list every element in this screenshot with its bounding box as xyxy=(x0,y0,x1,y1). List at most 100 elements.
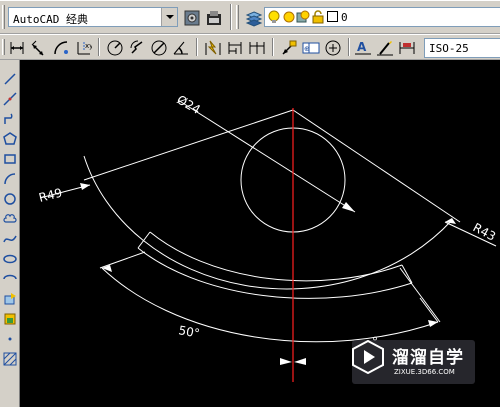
arc-icon xyxy=(3,172,15,184)
inner-arc-upper xyxy=(149,231,403,282)
save-workspace-button[interactable] xyxy=(203,7,225,29)
quick-dimension-button[interactable] xyxy=(202,37,224,59)
tolerance-icon: ⊕ xyxy=(302,42,320,54)
toolbar-separator xyxy=(196,38,198,56)
aligned-dimension-button[interactable] xyxy=(28,37,50,59)
outer-arc xyxy=(83,155,453,290)
line-icon xyxy=(3,72,16,85)
polygon-button[interactable] xyxy=(1,130,18,147)
angle-label: 50° xyxy=(177,323,200,340)
color-swatch-icon xyxy=(327,11,338,22)
radius-dimension-button[interactable] xyxy=(104,37,126,59)
toolbar-separator xyxy=(230,4,232,30)
dimension-update-icon xyxy=(399,42,415,54)
workspace-select-value: AutoCAD 经典 xyxy=(13,13,88,26)
radius-icon xyxy=(107,40,123,56)
hatch-icon xyxy=(3,352,16,365)
ellipse-arc-button[interactable] xyxy=(1,270,18,287)
line-button[interactable] xyxy=(1,70,18,87)
play-logo-icon xyxy=(352,340,384,374)
diameter-leader xyxy=(177,99,356,213)
tolerance-button[interactable]: ⊕ xyxy=(300,37,322,59)
ellipse-arc-icon xyxy=(2,274,17,279)
linear-dimension-button[interactable] xyxy=(6,37,28,59)
polyline-icon xyxy=(3,113,13,124)
revision-cloud-icon xyxy=(2,213,17,223)
angle-ext-right-2 xyxy=(399,267,441,323)
toolbar-grip[interactable] xyxy=(236,5,239,29)
diameter-dimension-button[interactable] xyxy=(148,37,170,59)
workspace-settings-button[interactable] xyxy=(181,7,203,29)
watermark-title: 溜溜自学 xyxy=(392,348,464,368)
polygon-icon xyxy=(2,131,17,145)
continue-icon xyxy=(249,42,265,54)
leader-icon xyxy=(282,40,297,55)
layer-manager-button[interactable] xyxy=(243,7,265,29)
angle-ext-left xyxy=(99,251,146,269)
inner-arc-lower xyxy=(137,247,413,299)
viewport-freeze-icon xyxy=(296,10,310,23)
dimension-text-edit-button[interactable] xyxy=(374,37,396,59)
dimension-update-button[interactable] xyxy=(396,37,418,59)
construction-line-button[interactable] xyxy=(1,90,18,107)
quick-dimension-icon xyxy=(205,40,221,55)
ordinate-dimension-button[interactable]: xy xyxy=(72,37,94,59)
spline-icon xyxy=(2,235,17,242)
baseline-dimension-button[interactable] xyxy=(224,37,246,59)
make-block-icon xyxy=(4,313,15,324)
spline-button[interactable] xyxy=(1,230,18,247)
toolbar-grip[interactable] xyxy=(2,5,5,29)
svg-text:⊕: ⊕ xyxy=(304,45,310,53)
arrowhead xyxy=(280,358,292,365)
ordinate-icon: xy xyxy=(77,42,92,55)
toolbar-separator xyxy=(272,38,274,56)
revision-cloud-button[interactable] xyxy=(1,210,18,227)
slot-end-left xyxy=(137,231,151,249)
sun-freeze-icon xyxy=(283,11,295,23)
quick-leader-button[interactable] xyxy=(278,37,300,59)
diameter-icon xyxy=(151,40,167,56)
continue-dimension-button[interactable] xyxy=(246,37,268,59)
arc-button[interactable] xyxy=(1,170,18,187)
arc-length-button[interactable] xyxy=(50,37,72,59)
bulb-on-icon xyxy=(268,10,280,23)
circle-button[interactable] xyxy=(1,190,18,207)
layer-select[interactable]: 0 xyxy=(264,7,500,27)
insert-block-icon xyxy=(4,292,16,304)
point-button[interactable] xyxy=(1,330,18,347)
toolbar-separator xyxy=(98,38,100,56)
chevron-down-icon[interactable] xyxy=(161,8,177,26)
center-mark-icon xyxy=(325,40,341,56)
watermark: 溜溜自学 ZIXUE.3D66.COM xyxy=(352,340,475,384)
angular-dimension-button[interactable] xyxy=(170,37,192,59)
hatch-button[interactable] xyxy=(1,350,18,367)
workspace-toolbar: AutoCAD 经典 0 xyxy=(0,0,500,34)
svg-text:A: A xyxy=(357,40,367,54)
dimension-toolbar: xy ⊕ A ISO-25 xyxy=(0,34,500,60)
baseline-icon xyxy=(228,42,242,54)
layer-select-value: 0 xyxy=(341,11,348,24)
radius-left-label: R49 xyxy=(37,186,63,205)
arrowhead xyxy=(428,320,438,327)
linear-dimension-icon xyxy=(10,42,24,54)
lock-icon xyxy=(312,10,324,24)
insert-block-button[interactable] xyxy=(1,290,18,307)
center-mark-button[interactable] xyxy=(322,37,344,59)
watermark-subtitle: ZIXUE.3D66.COM xyxy=(394,368,455,376)
polyline-button[interactable] xyxy=(1,110,18,127)
ellipse-icon xyxy=(2,254,17,263)
dimension-style-select[interactable]: ISO-25 xyxy=(424,38,500,58)
dimension-edit-button[interactable]: A xyxy=(352,37,374,59)
ellipse-button[interactable] xyxy=(1,250,18,267)
jogged-dimension-button[interactable] xyxy=(126,37,148,59)
drawing-canvas[interactable]: Ø24 R49 R43 50° ° 溜溜自学 ZIXUE.3D66.COM xyxy=(20,60,500,407)
dimension-edit-icon: A xyxy=(355,40,371,55)
toolbar-grip[interactable] xyxy=(2,39,5,55)
make-block-button[interactable] xyxy=(1,310,18,327)
rectangle-button[interactable] xyxy=(1,150,18,167)
apex-line-left xyxy=(83,109,294,181)
apex-line-right xyxy=(292,109,461,223)
construction-line-icon xyxy=(2,91,17,106)
workspace-select[interactable]: AutoCAD 经典 xyxy=(8,7,178,27)
draw-toolbar xyxy=(0,60,20,407)
